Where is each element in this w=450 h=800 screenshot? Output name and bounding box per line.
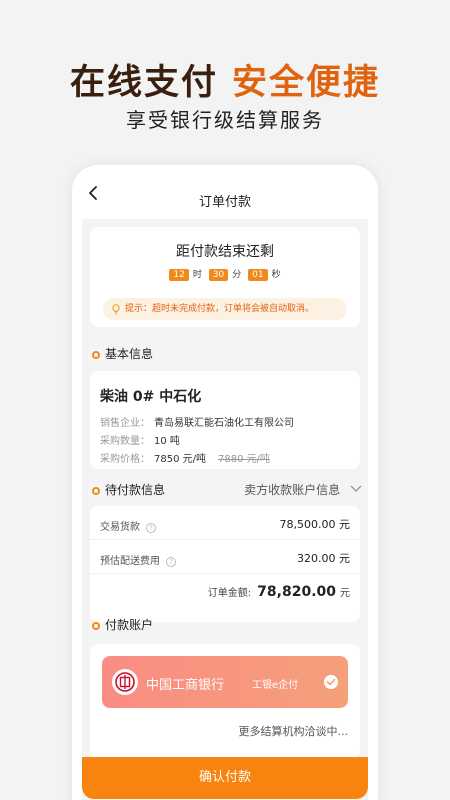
section-payment-info-title: 待付款信息 bbox=[105, 483, 166, 497]
goods-label: 交易货款 bbox=[100, 522, 140, 533]
bank-service-name: 工银e企付 bbox=[252, 680, 299, 691]
countdown-hours-unit: 时 bbox=[192, 270, 202, 280]
company-value: 青岛易联汇能石油化工有限公司 bbox=[154, 418, 294, 429]
delivery-value: 320.00 元 bbox=[297, 552, 350, 565]
goods-amount-row: 交易货款? 78,500.00 元 bbox=[90, 506, 360, 540]
bank-option-icbc[interactable]: 中国工商银行 工银e企付 bbox=[102, 656, 348, 708]
more-institutions-text: 更多结算机构洽谈中... bbox=[238, 725, 349, 738]
countdown-seconds: 01 bbox=[248, 269, 268, 281]
product-price-row: 采购价格： 7850 元/吨 7880 元/吨 bbox=[100, 450, 270, 465]
hero-banner: 在线支付 安全便捷 享受银行级结算服务 bbox=[0, 0, 450, 160]
quantity-value: 10 吨 bbox=[154, 436, 180, 447]
notice-text: 提示：超时未完成付款，订单将会被自动取消。 bbox=[125, 304, 315, 314]
company-label: 销售企业： bbox=[100, 418, 150, 429]
countdown-timer: 12 时 30 分 01 秒 bbox=[90, 267, 360, 281]
countdown-minutes: 30 bbox=[208, 269, 229, 281]
total-label: 订单金额: bbox=[207, 588, 252, 599]
goods-label-wrap: 交易货款? bbox=[100, 518, 156, 533]
product-card: 柴油 0# 中石化 销售企业： 青岛易联汇能石油化工有限公司 采购数量： 10 吨 … bbox=[90, 371, 360, 469]
countdown-hours: 12 bbox=[169, 269, 189, 281]
product-name: 柴油 0# 中石化 bbox=[100, 389, 202, 405]
page-content: 距付款结束还剩 12 时 30 分 01 秒 提示：超时未完成付款，订单将会被自动取消… bbox=[82, 219, 368, 800]
delivery-fee-row: 预估配送费用? 320.00 元 bbox=[90, 540, 360, 574]
product-quantity-row: 采购数量： 10 吨 bbox=[100, 432, 180, 447]
check-icon bbox=[324, 675, 338, 689]
hero-title-part2: 安全便捷 bbox=[232, 63, 381, 103]
confirm-payment-button[interactable]: 确认付款 bbox=[82, 757, 368, 799]
countdown-card: 距付款结束还剩 12 时 30 分 01 秒 提示：超时未完成付款，订单将会被自动取消… bbox=[90, 227, 360, 327]
page-title: 订单付款 bbox=[198, 195, 251, 210]
section-payment-info: 待付款信息 bbox=[92, 481, 165, 498]
payment-info-card: 交易货款? 78,500.00 元 预估配送费用? 320.00 元 订单金额:… bbox=[90, 506, 360, 622]
total-unit: 元 bbox=[340, 588, 350, 599]
chevron-down-icon bbox=[350, 485, 362, 492]
hero-title-part1: 在线支付 bbox=[69, 63, 218, 103]
hero-subtitle: 享受银行级结算服务 bbox=[126, 108, 324, 132]
seller-account-label: 卖方收款账户信息 bbox=[244, 483, 341, 497]
countdown-seconds-unit: 秒 bbox=[271, 270, 281, 280]
phone-frame: 订单付款 距付款结束还剩 12 时 30 分 01 秒 提示：超时未完成付款，订单将会… bbox=[72, 165, 378, 800]
price-value: 7850 元/吨 bbox=[154, 454, 206, 465]
goods-value: 78,500.00 元 bbox=[279, 518, 350, 531]
payment-account-card: 中国工商银行 工银e企付 更多结算机构洽谈中... bbox=[90, 644, 360, 758]
section-payment-account-title: 付款账户 bbox=[105, 618, 154, 632]
quantity-label: 采购数量： bbox=[100, 436, 150, 447]
total-amount: 78,820.00 bbox=[257, 584, 336, 600]
section-dot-icon bbox=[92, 621, 100, 630]
timeout-notice: 提示：超时未完成付款，订单将会被自动取消。 bbox=[103, 298, 347, 320]
countdown-title: 距付款结束还剩 bbox=[176, 244, 274, 260]
help-icon[interactable]: ? bbox=[166, 557, 176, 567]
icbc-logo-icon bbox=[112, 669, 138, 695]
delivery-label: 预估配送费用 bbox=[100, 556, 160, 567]
bank-name: 中国工商银行 bbox=[146, 678, 225, 693]
delivery-label-wrap: 预估配送费用? bbox=[100, 552, 176, 567]
product-company-row: 销售企业： 青岛易联汇能石油化工有限公司 bbox=[100, 414, 294, 429]
hero-title: 在线支付 安全便捷 bbox=[0, 54, 450, 105]
lightbulb-icon bbox=[112, 304, 120, 315]
section-dot-icon bbox=[92, 350, 100, 359]
section-basic-info: 基本信息 bbox=[92, 345, 153, 362]
countdown-minutes-unit: 分 bbox=[232, 270, 242, 280]
price-label: 采购价格： bbox=[100, 454, 150, 465]
section-payment-account: 付款账户 bbox=[92, 616, 153, 633]
seller-account-toggle[interactable]: 卖方收款账户信息 bbox=[244, 481, 362, 498]
original-price: 7880 元/吨 bbox=[218, 454, 270, 465]
section-basic-info-title: 基本信息 bbox=[105, 347, 154, 361]
order-total: 订单金额: 78,820.00 元 bbox=[208, 584, 350, 600]
navbar: 订单付款 bbox=[72, 165, 378, 219]
help-icon[interactable]: ? bbox=[146, 523, 156, 533]
section-dot-icon bbox=[92, 486, 100, 495]
